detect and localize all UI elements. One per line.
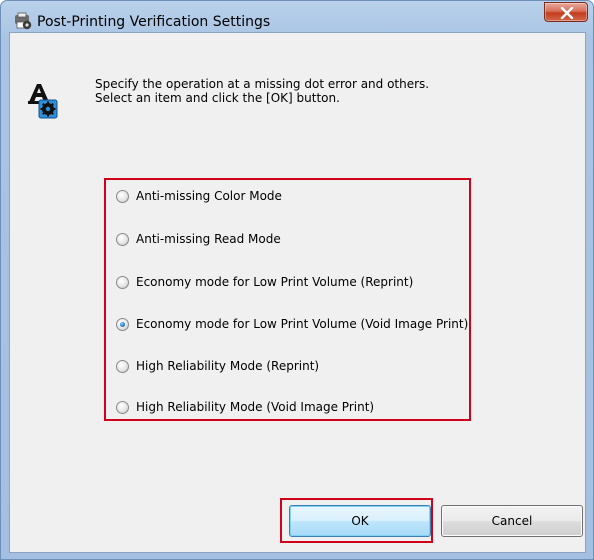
option-label: High Reliability Mode (Void Image Print)	[136, 400, 375, 414]
option-high-reliability-reprint[interactable]: High Reliability Mode (Reprint)	[116, 357, 319, 375]
options-highlight-box	[104, 178, 471, 421]
close-button[interactable]	[544, 2, 588, 22]
window-title: Post-Printing Verification Settings	[37, 14, 271, 30]
instruction-line-2: Select an item and click the [OK] button…	[95, 91, 340, 105]
option-label: Anti-missing Color Mode	[136, 189, 282, 203]
option-economy-reprint[interactable]: Economy mode for Low Print Volume (Repri…	[116, 273, 413, 291]
radio-button[interactable]	[116, 189, 129, 203]
option-anti-missing-read[interactable]: Anti-missing Read Mode	[116, 230, 281, 248]
option-label: Anti-missing Read Mode	[136, 232, 281, 246]
ok-button[interactable]: OK	[289, 505, 431, 537]
option-high-reliability-void-image[interactable]: High Reliability Mode (Void Image Print)	[116, 398, 374, 416]
close-icon	[560, 7, 574, 19]
radio-button-selected[interactable]	[116, 317, 129, 331]
instruction-line-1: Specify the operation at a missing dot e…	[95, 77, 430, 91]
radio-button[interactable]	[116, 232, 129, 246]
option-economy-void-image[interactable]: Economy mode for Low Print Volume (Void …	[116, 315, 468, 333]
option-label: High Reliability Mode (Reprint)	[136, 359, 320, 373]
option-anti-missing-color[interactable]: Anti-missing Color Mode	[116, 187, 282, 205]
option-label: Economy mode for Low Print Volume (Repri…	[136, 275, 414, 289]
radio-button[interactable]	[116, 359, 129, 373]
option-label: Economy mode for Low Print Volume (Void …	[136, 317, 469, 331]
printer-gear-icon	[13, 11, 33, 31]
print-settings-gear-icon	[27, 80, 61, 120]
radio-button[interactable]	[116, 400, 129, 414]
radio-button[interactable]	[116, 275, 129, 289]
cancel-button[interactable]: Cancel	[441, 505, 583, 537]
